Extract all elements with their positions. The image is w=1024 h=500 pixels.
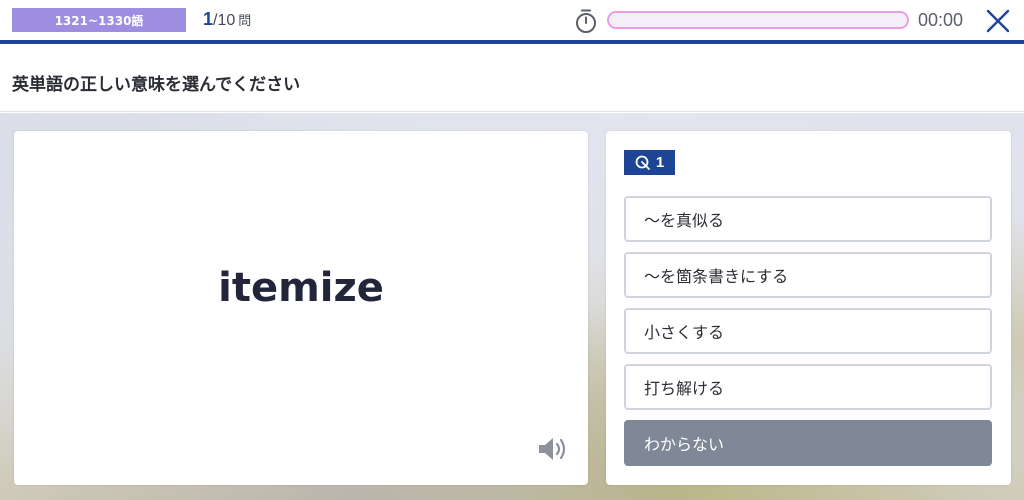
attempt-count: 1 [655,154,665,171]
instruction-bar: 英単語の正しい意味を選んでください [0,48,1024,112]
top-bar: 1321~1330語 1 /10 問 00:00 [0,0,1024,44]
choice-button-3[interactable]: 小さくする [624,308,992,354]
target-icon [635,155,650,170]
timer-display: 00:00 [918,10,964,30]
question-word: itemize [218,265,384,311]
choice-button-4[interactable]: 打ち解ける [624,364,992,410]
attempt-badge: 1 [624,150,675,175]
time-progress-bar [607,11,909,29]
question-unit: 問 [238,13,252,28]
choice-button-1[interactable]: 〜を真似る [624,196,992,242]
question-counter: 1 /10 問 [203,9,251,33]
question-total: /10 [213,12,236,29]
close-icon[interactable] [984,7,1012,35]
answer-panel: 1 〜を真似る 〜を箇条書きにする 小さくする 打ち解ける わからない [606,131,1011,485]
dont-know-button[interactable]: わからない [624,420,992,466]
speaker-icon[interactable] [536,435,568,463]
quiz-stage: itemize 1 〜を真似る 〜を箇条書きにする 小さくする 打ち解ける わか… [0,113,1024,500]
question-current: 1 [203,9,214,29]
stopwatch-icon [576,9,596,33]
word-card: itemize [14,131,588,485]
instruction-text: 英単語の正しい意味を選んでください [12,75,301,95]
word-range-badge: 1321~1330語 [12,8,186,32]
choice-button-2[interactable]: 〜を箇条書きにする [624,252,992,298]
